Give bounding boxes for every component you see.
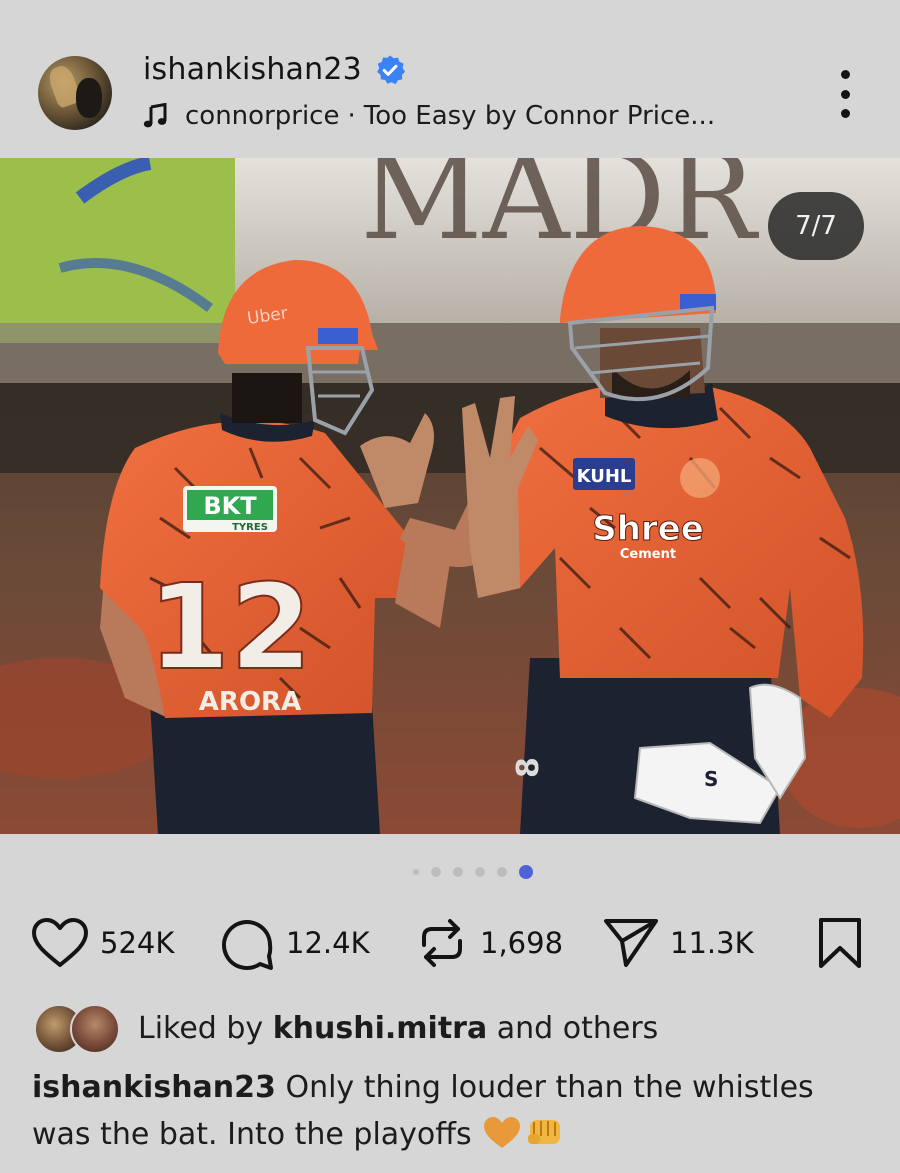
post-header: ishankishan23 connorprice · Too Easy by …: [0, 0, 900, 158]
audio-separator: ·: [347, 101, 356, 131]
svg-text:S: S: [704, 767, 718, 791]
liked-by-text: Liked by khushi.mitra and others: [138, 1011, 658, 1046]
repost-button[interactable]: 1,698: [414, 912, 563, 974]
more-options-icon[interactable]: [832, 70, 858, 118]
slide-counter: 7/7: [768, 192, 864, 260]
like-count: 524K: [100, 926, 175, 960]
post-image[interactable]: MADR BKT TYRES 12 ARORA Uber KUHL Shree …: [0, 158, 900, 834]
liked-by[interactable]: Liked by khushi.mitra and others: [34, 1004, 658, 1054]
heart-icon: [32, 918, 88, 967]
save-button[interactable]: [816, 916, 864, 974]
share-count: 11.3K: [670, 926, 754, 960]
carousel-dot-active: [519, 865, 533, 879]
username-row: ishankishan23: [143, 52, 406, 87]
comment-icon: [222, 920, 273, 970]
audio-title[interactable]: Too Easy by Connor Price...: [364, 101, 715, 131]
liked-by-avatars: [34, 1004, 120, 1054]
banner-text: MADR: [360, 158, 760, 267]
carousel-dot: [431, 867, 441, 877]
liked-by-prefix: Liked by: [138, 1010, 264, 1046]
sponsor-bkt: BKT: [203, 492, 257, 520]
audio-info[interactable]: connorprice · Too Easy by Connor Price..…: [143, 101, 715, 131]
jersey-name: ARORA: [199, 687, 301, 717]
liked-by-suffix[interactable]: and others: [497, 1011, 659, 1046]
oncoming-fist-icon: [526, 1114, 566, 1164]
sponsor-bkt-sub: TYRES: [232, 522, 268, 533]
carousel-dot: [497, 867, 507, 877]
caption-username[interactable]: ishankishan23: [32, 1070, 276, 1105]
post-caption: ishankishan23 Only thing louder than the…: [32, 1064, 872, 1164]
liked-by-user[interactable]: khushi.mitra: [273, 1011, 487, 1046]
instagram-post: ishankishan23 connorprice · Too Easy by …: [0, 0, 900, 1173]
bookmark-icon: [819, 918, 861, 968]
svg-text:8: 8: [511, 757, 546, 778]
carousel-dot: [413, 869, 419, 875]
repost-icon: [422, 919, 462, 967]
avatar: [70, 1004, 120, 1054]
sponsor-shree-sub: Cement: [620, 547, 676, 562]
sponsor-shree: Shree: [592, 509, 704, 549]
verified-badge-icon: [374, 54, 406, 86]
audio-artist[interactable]: connorprice: [185, 101, 339, 131]
post-actions: 524K 12.4K 1,698 11.3K: [30, 912, 870, 974]
repost-count: 1,698: [480, 926, 564, 960]
carousel-dot: [475, 867, 485, 877]
like-button[interactable]: 524K: [30, 912, 174, 974]
sponsor-kuhl: KUHL: [577, 466, 632, 487]
carousel-dot: [453, 867, 463, 877]
share-button[interactable]: 11.3K: [602, 912, 754, 974]
music-note-icon: [143, 103, 169, 129]
comment-count: 12.4K: [286, 926, 370, 960]
username[interactable]: ishankishan23: [143, 52, 362, 87]
orange-heart-icon: [482, 1116, 522, 1164]
comment-button[interactable]: 12.4K: [218, 912, 370, 974]
carousel-indicator: [0, 862, 900, 882]
share-icon: [604, 919, 658, 967]
avatar[interactable]: [38, 56, 112, 130]
jersey-number: 12: [148, 558, 312, 696]
